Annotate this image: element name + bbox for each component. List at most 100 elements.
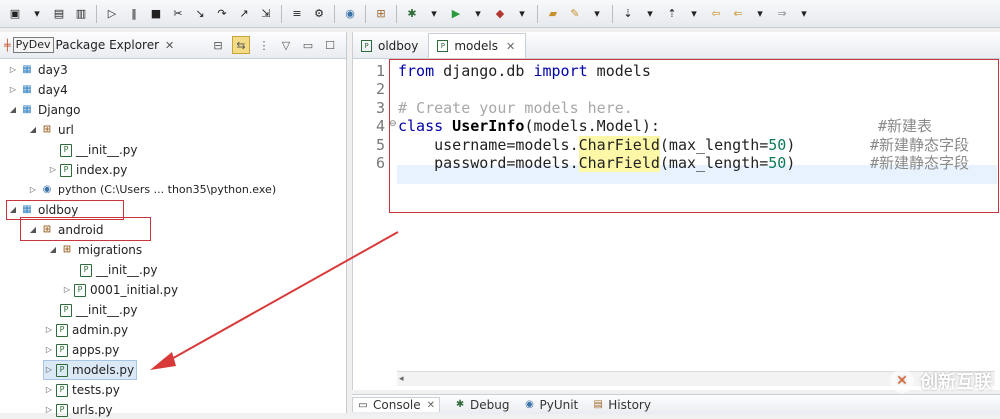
- tree-item-0001-initial[interactable]: ▷ P 0001_initial.py: [62, 281, 178, 299]
- dropdown-icon[interactable]: ▾: [426, 6, 442, 22]
- package-explorer-title: Package Explorer: [55, 38, 160, 52]
- tab-label: Console: [373, 398, 421, 412]
- last-edit-icon[interactable]: ⇦: [708, 6, 724, 22]
- expand-icon[interactable]: ▷: [48, 161, 58, 179]
- collapse-icon[interactable]: ◢: [48, 241, 58, 259]
- dropdown-icon[interactable]: ▾: [642, 6, 658, 22]
- forward-icon[interactable]: ⇒: [774, 6, 790, 22]
- toolbar-separator: [537, 4, 538, 23]
- dropdown-icon[interactable]: ▾: [686, 6, 702, 22]
- python-file-icon: P: [60, 163, 72, 177]
- expand-icon[interactable]: ▷: [8, 61, 18, 79]
- tree-item-label: url: [58, 123, 74, 137]
- tree-item-label: python (C:\Users ... thon35\python.exe): [58, 183, 277, 196]
- tab-label: oldboy: [378, 39, 419, 53]
- python-icon[interactable]: ◉: [342, 6, 358, 22]
- tree-item-day4[interactable]: ▷ ▦ day4: [8, 81, 68, 99]
- view-options-icon[interactable]: ⋮: [256, 37, 272, 53]
- tree-item-tests[interactable]: ▷ P tests.py: [44, 381, 120, 399]
- open-type-icon[interactable]: ⊞: [373, 6, 389, 22]
- disconnect-icon[interactable]: ✂: [170, 6, 186, 22]
- pause-icon[interactable]: ‖: [126, 6, 142, 22]
- close-icon[interactable]: ✕: [427, 400, 435, 411]
- collapse-icon[interactable]: ◢: [28, 121, 38, 139]
- tree-item-python-interpreter[interactable]: ▷ ◉ python (C:\Users ... thon35\python.e…: [28, 181, 276, 199]
- python-file-icon: P: [56, 323, 68, 337]
- save-icon[interactable]: ▤: [51, 6, 67, 22]
- close-icon[interactable]: ✕: [165, 39, 174, 52]
- dropdown-icon[interactable]: ▾: [752, 6, 768, 22]
- tree-item-models[interactable]: ▷ P models.py: [42, 360, 138, 380]
- expand-icon[interactable]: ▷: [8, 81, 18, 99]
- tab-history[interactable]: ▤ History: [592, 398, 651, 412]
- drop-to-frame-icon[interactable]: ⇲: [258, 6, 274, 22]
- tab-debug[interactable]: ✱ Debug: [454, 397, 510, 412]
- close-icon[interactable]: ✕: [506, 40, 515, 53]
- step-over-icon[interactable]: ↷: [214, 6, 230, 22]
- expand-icon[interactable]: ▷: [44, 321, 54, 339]
- external-tools-icon[interactable]: ◆: [492, 6, 508, 22]
- tree-item-url-init[interactable]: P __init__.py: [48, 141, 138, 159]
- step-into-icon[interactable]: ↘: [192, 6, 208, 22]
- view-toolbar: ⊟ ⇆ ⋮ ▽ ▭ ☐: [204, 36, 338, 54]
- python-run-icon[interactable]: ⚙: [311, 6, 327, 22]
- tab-models[interactable]: P models ✕: [428, 33, 527, 58]
- scroll-left-icon[interactable]: ◂: [399, 372, 404, 386]
- tree-item-migrations-init[interactable]: P __init__.py: [68, 261, 158, 279]
- debug-icon[interactable]: ✱: [404, 6, 420, 22]
- expand-icon[interactable]: ▷: [28, 181, 38, 199]
- dropdown-icon[interactable]: ▾: [514, 6, 530, 22]
- python-file-icon: P: [56, 403, 68, 417]
- dropdown-icon[interactable]: ▾: [29, 6, 45, 22]
- python-file-icon: P: [56, 343, 68, 357]
- back-icon[interactable]: ⇐: [730, 6, 746, 22]
- stop-icon[interactable]: ■: [148, 6, 164, 22]
- expand-icon[interactable]: ▷: [62, 281, 72, 299]
- tree-item-label: day3: [38, 63, 68, 77]
- open-folder-icon[interactable]: ▰: [545, 6, 561, 22]
- dropdown-icon[interactable]: ▾: [589, 6, 605, 22]
- minimize-icon[interactable]: ▭: [300, 37, 316, 53]
- pydev-tooltip: PyDev: [12, 37, 54, 53]
- tree-item-label: urls.py: [72, 403, 113, 417]
- pen-icon[interactable]: ✎: [567, 6, 583, 22]
- next-annotation-icon[interactable]: ⇣: [620, 6, 636, 22]
- expand-icon[interactable]: ▷: [44, 341, 54, 359]
- maximize-icon[interactable]: ☐: [322, 37, 338, 53]
- expand-icon[interactable]: ▷: [44, 401, 54, 419]
- collapse-icon[interactable]: ◢: [8, 101, 18, 119]
- dropdown-icon[interactable]: ▾: [470, 6, 486, 22]
- tab-label: models: [454, 39, 498, 53]
- tree-item-day3[interactable]: ▷ ▦ day3: [8, 61, 68, 79]
- tree-item-django[interactable]: ◢ ▦ Django: [8, 101, 81, 119]
- toggle-mark-icon[interactable]: ≡: [289, 6, 305, 22]
- package-explorer-tab[interactable]: ╪ PyDev Package Explorer ✕: [4, 37, 174, 53]
- dropdown-icon[interactable]: ▾: [796, 6, 812, 22]
- run-green-icon[interactable]: ▶: [448, 6, 464, 22]
- tab-oldboy[interactable]: P oldboy: [353, 34, 428, 58]
- view-menu-icon[interactable]: ▽: [278, 37, 294, 53]
- collapse-all-icon[interactable]: ⊟: [210, 37, 226, 53]
- line-number: 5: [375, 136, 385, 154]
- tree-item-admin[interactable]: ▷ P admin.py: [44, 321, 128, 339]
- tree-item-apps[interactable]: ▷ P apps.py: [44, 341, 119, 359]
- tree-item-url[interactable]: ◢ ⊞ url: [28, 121, 74, 139]
- prev-annotation-icon[interactable]: ⇡: [664, 6, 680, 22]
- watermark: ✕ 创新互联: [890, 368, 992, 394]
- tree-item-label: __init__.py: [76, 303, 138, 317]
- tree-item-label: __init__.py: [96, 263, 158, 277]
- tree-item-migrations[interactable]: ◢ ⊞ migrations: [48, 241, 142, 259]
- expand-icon[interactable]: ▷: [44, 361, 54, 379]
- tab-pyunit[interactable]: ◉ PyUnit: [524, 398, 578, 412]
- save-all-icon[interactable]: ▥: [73, 6, 89, 22]
- tree-item-index[interactable]: ▷ P index.py: [48, 161, 127, 179]
- expand-icon[interactable]: ▷: [44, 381, 54, 399]
- tab-label: Debug: [470, 397, 510, 412]
- new-icon[interactable]: ▣: [7, 6, 23, 22]
- tree-item-urls[interactable]: ▷ P urls.py: [44, 401, 113, 419]
- step-return-icon[interactable]: ↗: [236, 6, 252, 22]
- tree-item-android-init[interactable]: P __init__.py: [48, 301, 138, 319]
- resume-icon[interactable]: ▷: [104, 6, 120, 22]
- link-with-editor-icon[interactable]: ⇆: [232, 36, 250, 54]
- tab-console[interactable]: ▭ Console ✕: [352, 397, 441, 412]
